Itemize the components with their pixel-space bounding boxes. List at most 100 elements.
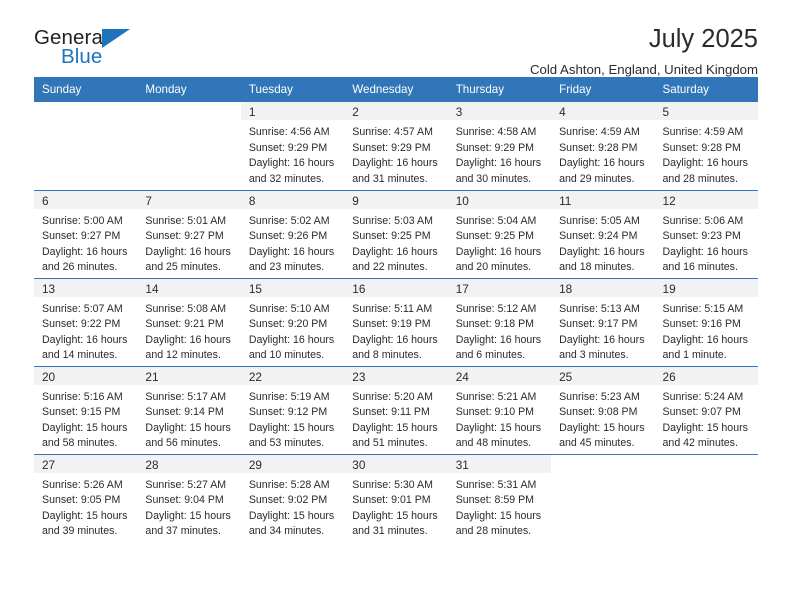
calendar-day-cell[interactable]: 31 Sunrise: 5:31 AM Sunset: 8:59 PM Dayligh… bbox=[447, 453, 552, 542]
calendar-day-cell[interactable]: 1 Sunrise: 4:56 AM Sunset: 9:29 PM Daylight… bbox=[240, 102, 345, 190]
sunset-text: Sunset: 9:08 PM bbox=[559, 406, 638, 419]
daylight-text-line2: and 26 minutes. bbox=[42, 261, 118, 274]
daylight-text-line2: and 18 minutes. bbox=[559, 261, 635, 274]
day-cell-content: 24 Sunrise: 5:21 AM Sunset: 9:10 PM Dayligh… bbox=[447, 366, 552, 454]
calendar-day-cell[interactable]: 23 Sunrise: 5:20 AM Sunset: 9:11 PM Dayligh… bbox=[344, 365, 448, 454]
calendar-day-cell[interactable]: 10 Sunrise: 5:04 AM Sunset: 9:25 PM Dayligh… bbox=[447, 189, 552, 278]
calendar-week-row: 20 Sunrise: 5:16 AM Sunset: 9:15 PM Dayligh… bbox=[34, 365, 758, 454]
calendar-day-cell[interactable]: 9 Sunrise: 5:03 AM Sunset: 9:25 PM Daylight… bbox=[344, 189, 448, 278]
calendar-day-cell[interactable]: 22 Sunrise: 5:19 AM Sunset: 9:12 PM Dayligh… bbox=[240, 365, 345, 454]
sunrise-text: Sunrise: 5:00 AM bbox=[42, 214, 123, 227]
daylight-text-line2: and 29 minutes. bbox=[559, 172, 635, 185]
calendar-day-cell[interactable]: 15 Sunrise: 5:10 AM Sunset: 9:20 PM Dayligh… bbox=[240, 277, 345, 366]
weekday-header-thursday: Thursday bbox=[447, 77, 552, 102]
sunrise-text: Sunrise: 5:12 AM bbox=[455, 302, 537, 315]
day-cell-content: 29 Sunrise: 5:28 AM Sunset: 9:02 PM Dayligh… bbox=[240, 454, 345, 543]
sunrise-text: Sunrise: 5:20 AM bbox=[352, 390, 433, 403]
calendar-day-cell[interactable]: 8 Sunrise: 5:02 AM Sunset: 9:26 PM Daylight… bbox=[240, 189, 345, 278]
calendar-day-cell[interactable]: 7 Sunrise: 5:01 AM Sunset: 9:27 PM Daylight… bbox=[137, 189, 241, 278]
day-details: Sunrise: 5:30 AM Sunset: 9:01 PM Daylight:… bbox=[344, 473, 447, 540]
sunrise-text: Sunrise: 5:30 AM bbox=[352, 478, 433, 491]
calendar-day-cell[interactable]: 12 Sunrise: 5:06 AM Sunset: 9:23 PM Dayligh… bbox=[654, 189, 758, 278]
daylight-text-line2: and 45 minutes. bbox=[559, 437, 635, 450]
day-number: 24 bbox=[447, 366, 552, 385]
sunset-text: Sunset: 9:22 PM bbox=[42, 318, 121, 331]
daylight-text-line2: and 16 minutes. bbox=[662, 261, 738, 274]
generalblue-logo[interactable]: General Blue bbox=[34, 26, 166, 76]
daylight-text-line1: Daylight: 15 hours bbox=[145, 509, 231, 522]
day-details: Sunrise: 5:11 AM Sunset: 9:19 PM Daylight:… bbox=[344, 297, 447, 364]
day-cell-content: 3 Sunrise: 4:58 AM Sunset: 9:29 PM Daylight… bbox=[447, 102, 552, 190]
calendar-day-cell[interactable]: 25 Sunrise: 5:23 AM Sunset: 9:08 PM Dayligh… bbox=[551, 365, 655, 454]
weekday-header-monday: Monday bbox=[137, 77, 241, 102]
daylight-text-line2: and 23 minutes. bbox=[248, 261, 325, 274]
calendar-day-cell[interactable]: 13 Sunrise: 5:07 AM Sunset: 9:22 PM Dayligh… bbox=[34, 277, 138, 366]
calendar-day-cell[interactable]: 2 Sunrise: 4:57 AM Sunset: 9:29 PM Daylight… bbox=[344, 102, 448, 190]
daylight-text-line1: Daylight: 16 hours bbox=[662, 245, 748, 258]
daylight-text-line2: and 3 minutes. bbox=[559, 349, 629, 362]
day-number: 17 bbox=[447, 278, 552, 297]
sunset-text: Sunset: 9:05 PM bbox=[42, 494, 121, 507]
calendar-day-cell[interactable]: 27 Sunrise: 5:26 AM Sunset: 9:05 PM Dayligh… bbox=[34, 453, 138, 543]
calendar-day-cell[interactable]: 4 Sunrise: 4:59 AM Sunset: 9:28 PM Daylight… bbox=[551, 102, 655, 190]
calendar-day-cell[interactable]: 3 Sunrise: 4:58 AM Sunset: 9:29 PM Daylight… bbox=[447, 102, 552, 190]
day-cell-content: 27 Sunrise: 5:26 AM Sunset: 9:05 PM Dayligh… bbox=[34, 454, 138, 543]
day-cell-content: 13 Sunrise: 5:07 AM Sunset: 9:22 PM Dayligh… bbox=[34, 278, 138, 366]
daylight-text-line2: and 56 minutes. bbox=[145, 437, 221, 450]
weekday-header-row: Sunday Monday Tuesday Wednesday Thursday Frid… bbox=[34, 77, 758, 102]
calendar-day-cell[interactable]: 17 Sunrise: 5:12 AM Sunset: 9:18 PM Dayligh… bbox=[447, 277, 552, 366]
day-cell-content: 17 Sunrise: 5:12 AM Sunset: 9:18 PM Dayligh… bbox=[447, 278, 552, 366]
daylight-text-line2: and 6 minutes. bbox=[455, 349, 526, 362]
calendar-day-cell[interactable]: 14 Sunrise: 5:08 AM Sunset: 9:21 PM Dayligh… bbox=[137, 277, 241, 366]
sunset-text: Sunset: 9:26 PM bbox=[248, 230, 328, 243]
day-number: 27 bbox=[34, 454, 138, 473]
sunset-text: Sunset: 9:07 PM bbox=[662, 406, 741, 419]
calendar-day-cell[interactable]: 26 Sunrise: 5:24 AM Sunset: 9:07 PM Dayligh… bbox=[654, 365, 758, 454]
daylight-text-line1: Daylight: 16 hours bbox=[248, 333, 335, 346]
daylight-text-line2: and 28 minutes. bbox=[662, 172, 738, 185]
daylight-text-line2: and 51 minutes. bbox=[352, 437, 428, 450]
daylight-text-line2: and 28 minutes. bbox=[455, 525, 532, 538]
sunrise-text: Sunrise: 5:15 AM bbox=[662, 302, 744, 315]
calendar-day-cell[interactable]: 5 Sunrise: 4:59 AM Sunset: 9:28 PM Daylight… bbox=[654, 102, 758, 190]
day-cell-content: 5 Sunrise: 4:59 AM Sunset: 9:28 PM Daylight… bbox=[654, 102, 758, 190]
day-details: Sunrise: 5:10 AM Sunset: 9:20 PM Daylight:… bbox=[241, 297, 344, 364]
calendar-day-cell[interactable]: 6 Sunrise: 5:00 AM Sunset: 9:27 PM Daylight… bbox=[34, 189, 138, 278]
calendar-week-row: 13 Sunrise: 5:07 AM Sunset: 9:22 PM Dayligh… bbox=[34, 277, 758, 366]
daylight-text-line2: and 31 minutes. bbox=[352, 172, 428, 185]
sunset-text: Sunset: 9:10 PM bbox=[455, 406, 535, 419]
day-details: Sunrise: 5:21 AM Sunset: 9:10 PM Daylight:… bbox=[448, 385, 551, 452]
logo-triangle-icon bbox=[102, 29, 130, 48]
calendar-day-cell[interactable]: 28 Sunrise: 5:27 AM Sunset: 9:04 PM Dayligh… bbox=[137, 453, 241, 542]
calendar-day-cell bbox=[654, 453, 758, 542]
calendar-day-cell[interactable]: 30 Sunrise: 5:30 AM Sunset: 9:01 PM Dayligh… bbox=[344, 453, 448, 542]
calendar-day-cell[interactable]: 18 Sunrise: 5:13 AM Sunset: 9:17 PM Dayligh… bbox=[551, 277, 655, 366]
day-details: Sunrise: 4:59 AM Sunset: 9:28 PM Daylight:… bbox=[655, 120, 758, 187]
day-number: 29 bbox=[240, 454, 345, 473]
daylight-text-line1: Daylight: 16 hours bbox=[662, 157, 748, 170]
calendar-page: General Blue July 2025 Cold Ashton, Engl… bbox=[0, 0, 792, 612]
daylight-text-line2: and 53 minutes. bbox=[248, 437, 325, 450]
sunrise-text: Sunrise: 5:04 AM bbox=[455, 214, 537, 227]
weekday-header-wednesday: Wednesday bbox=[344, 77, 448, 102]
day-number: 31 bbox=[447, 454, 552, 473]
sunset-text: Sunset: 9:23 PM bbox=[662, 230, 741, 243]
daylight-text-line2: and 8 minutes. bbox=[352, 349, 422, 362]
calendar-day-cell[interactable]: 21 Sunrise: 5:17 AM Sunset: 9:14 PM Dayligh… bbox=[137, 365, 241, 454]
calendar-day-cell[interactable]: 11 Sunrise: 5:05 AM Sunset: 9:24 PM Dayligh… bbox=[551, 189, 655, 278]
day-number: 13 bbox=[34, 278, 138, 297]
sunset-text: Sunset: 9:29 PM bbox=[248, 141, 328, 154]
calendar-day-cell[interactable]: 24 Sunrise: 5:21 AM Sunset: 9:10 PM Dayligh… bbox=[447, 365, 552, 454]
calendar-day-cell[interactable]: 29 Sunrise: 5:28 AM Sunset: 9:02 PM Dayligh… bbox=[240, 453, 345, 543]
daylight-text-line2: and 34 minutes. bbox=[248, 525, 325, 538]
day-number bbox=[34, 102, 137, 120]
day-cell-content: 20 Sunrise: 5:16 AM Sunset: 9:15 PM Dayligh… bbox=[34, 366, 138, 454]
calendar-day-cell[interactable]: 20 Sunrise: 5:16 AM Sunset: 9:15 PM Dayligh… bbox=[34, 365, 138, 454]
sunset-text: Sunset: 9:20 PM bbox=[248, 318, 328, 331]
calendar-day-cell[interactable]: 19 Sunrise: 5:15 AM Sunset: 9:16 PM Dayligh… bbox=[654, 277, 758, 366]
calendar-day-cell[interactable]: 16 Sunrise: 5:11 AM Sunset: 9:19 PM Dayligh… bbox=[344, 277, 448, 366]
daylight-text-line2: and 39 minutes. bbox=[42, 525, 118, 538]
day-number: 26 bbox=[654, 366, 758, 385]
sunset-text: Sunset: 9:28 PM bbox=[662, 141, 741, 154]
sunset-text: Sunset: 9:19 PM bbox=[352, 318, 431, 331]
